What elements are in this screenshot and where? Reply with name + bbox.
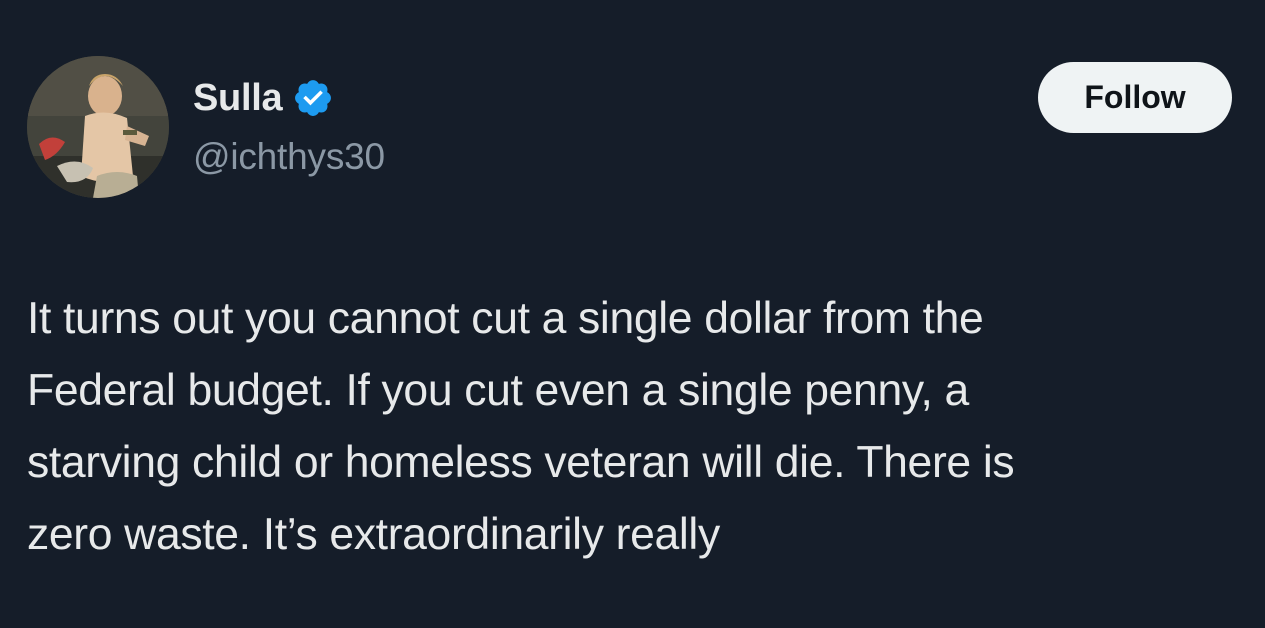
- tweet-text-line: It turns out you cannot cut a single dol…: [27, 294, 984, 343]
- author-handle[interactable]: @ichthys30: [193, 136, 385, 178]
- tweet-text-line: Federal budget. If you cut even a single…: [27, 366, 969, 415]
- tweet-text-line: zero waste. It’s extraordinarily really: [27, 510, 720, 559]
- tweet-text: It turns out you cannot cut a single dol…: [27, 283, 1257, 571]
- author-name-row: Sulla: [193, 74, 334, 122]
- tweet-text-line: starving child or homeless veteran will …: [27, 438, 1015, 487]
- avatar-painting-icon: [27, 56, 169, 198]
- follow-button[interactable]: Follow: [1038, 62, 1232, 133]
- avatar[interactable]: [27, 56, 169, 198]
- author-display-name[interactable]: Sulla: [193, 77, 283, 120]
- verified-badge-icon: [292, 77, 334, 119]
- tweet-card: Sulla @ichthys30 Follow It turns out you…: [0, 0, 1265, 628]
